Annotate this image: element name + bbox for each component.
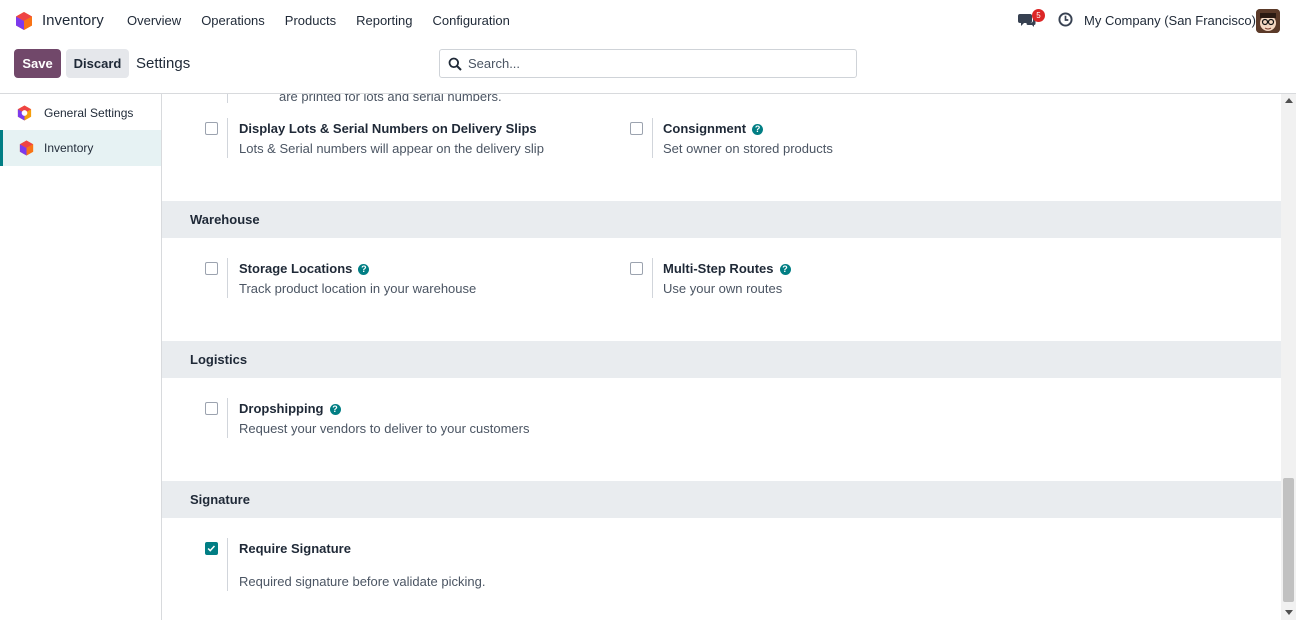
setting-title: Storage Locations [239,261,353,276]
sidebar-item-general-settings[interactable]: General Settings [0,95,161,131]
section-signature: Signature [162,481,1281,518]
storage-locations-checkbox[interactable] [205,262,218,275]
scroll-down-arrow-icon[interactable] [1285,610,1293,615]
scrollbar[interactable] [1281,94,1296,620]
section-warehouse: Warehouse [162,201,1281,238]
section-title: Logistics [190,352,248,367]
discard-button[interactable]: Discard [66,49,129,78]
setting-title: Dropshipping [239,401,324,416]
setting-title: Multi-Step Routes [663,261,774,276]
control-panel: Save Discard Settings [0,41,1296,94]
setting-description: Track product location in your warehouse [239,281,477,296]
general-settings-icon [17,105,32,121]
setting-divider [227,94,228,103]
inventory-app-icon[interactable] [14,11,34,31]
search-icon [448,57,462,71]
setting-description: Lots & Serial numbers will appear on the… [239,141,544,156]
scrollbar-thumb[interactable] [1283,478,1294,602]
setting-title: Require Signature [239,541,351,556]
help-icon[interactable]: ? [779,264,791,275]
setting-title: Consignment [663,121,747,136]
top-navbar: Inventory Overview Operations Products R… [0,0,1296,41]
settings-sidebar: General Settings Inventory [0,94,162,620]
checkmark-icon [207,545,216,552]
setting-description: Required signature before validate picki… [239,574,486,589]
help-icon[interactable]: ? [752,124,764,135]
search-box[interactable] [439,49,857,78]
section-logistics: Logistics [162,341,1281,378]
sidebar-item-label: Inventory [44,141,94,155]
display-lots-checkbox[interactable] [205,122,218,135]
settings-content: are printed for lots and serial numbers.… [162,94,1281,620]
section-title: Signature [190,492,250,507]
user-avatar[interactable] [1256,9,1280,33]
setting-description: Use your own routes [663,281,783,296]
sidebar-item-inventory[interactable]: Inventory [0,130,161,166]
help-icon[interactable]: ? [358,264,370,275]
dropshipping-checkbox[interactable] [205,402,218,415]
menu-configuration[interactable]: Configuration [432,13,509,28]
search-input[interactable] [468,50,848,77]
save-button[interactable]: Save [14,49,61,78]
scroll-up-arrow-icon[interactable] [1285,98,1293,103]
setting-description-partial: are printed for lots and serial numbers. [279,94,502,104]
setting-description: Set owner on stored products [663,141,833,156]
require-signature-checkbox[interactable] [205,542,218,555]
setting-title-routes: Multi-Step Routes? [663,261,791,276]
breadcrumb: Settings [136,55,191,72]
menu-overview[interactable]: Overview [127,13,181,28]
section-title: Warehouse [190,212,260,227]
setting-title: Display Lots & Serial Numbers on Deliver… [239,121,537,136]
setting-title-consignment: Consignment? [663,121,764,136]
setting-divider [652,118,653,158]
menu-operations[interactable]: Operations [201,13,265,28]
setting-title-dropshipping: Dropshipping? [239,401,341,416]
setting-divider [227,258,228,298]
help-icon[interactable]: ? [329,404,341,415]
setting-divider [227,538,228,591]
setting-divider [227,398,228,438]
setting-description: Request your vendors to deliver to your … [239,421,530,436]
setting-divider [652,258,653,298]
setting-divider [227,118,228,158]
menu-products[interactable]: Products [285,13,336,28]
app-name[interactable]: Inventory [42,12,104,29]
multi-step-routes-checkbox[interactable] [630,262,643,275]
company-switcher[interactable]: My Company (San Francisco) [1084,13,1256,28]
inventory-icon [19,140,34,156]
setting-title-storage: Storage Locations? [239,261,370,276]
chat-count-badge: 5 [1032,9,1045,22]
sidebar-item-label: General Settings [44,106,134,120]
menu-reporting[interactable]: Reporting [356,13,412,28]
activity-clock-icon[interactable] [1058,12,1073,27]
consignment-checkbox[interactable] [630,122,643,135]
main-menu: Overview Operations Products Reporting C… [127,13,530,28]
